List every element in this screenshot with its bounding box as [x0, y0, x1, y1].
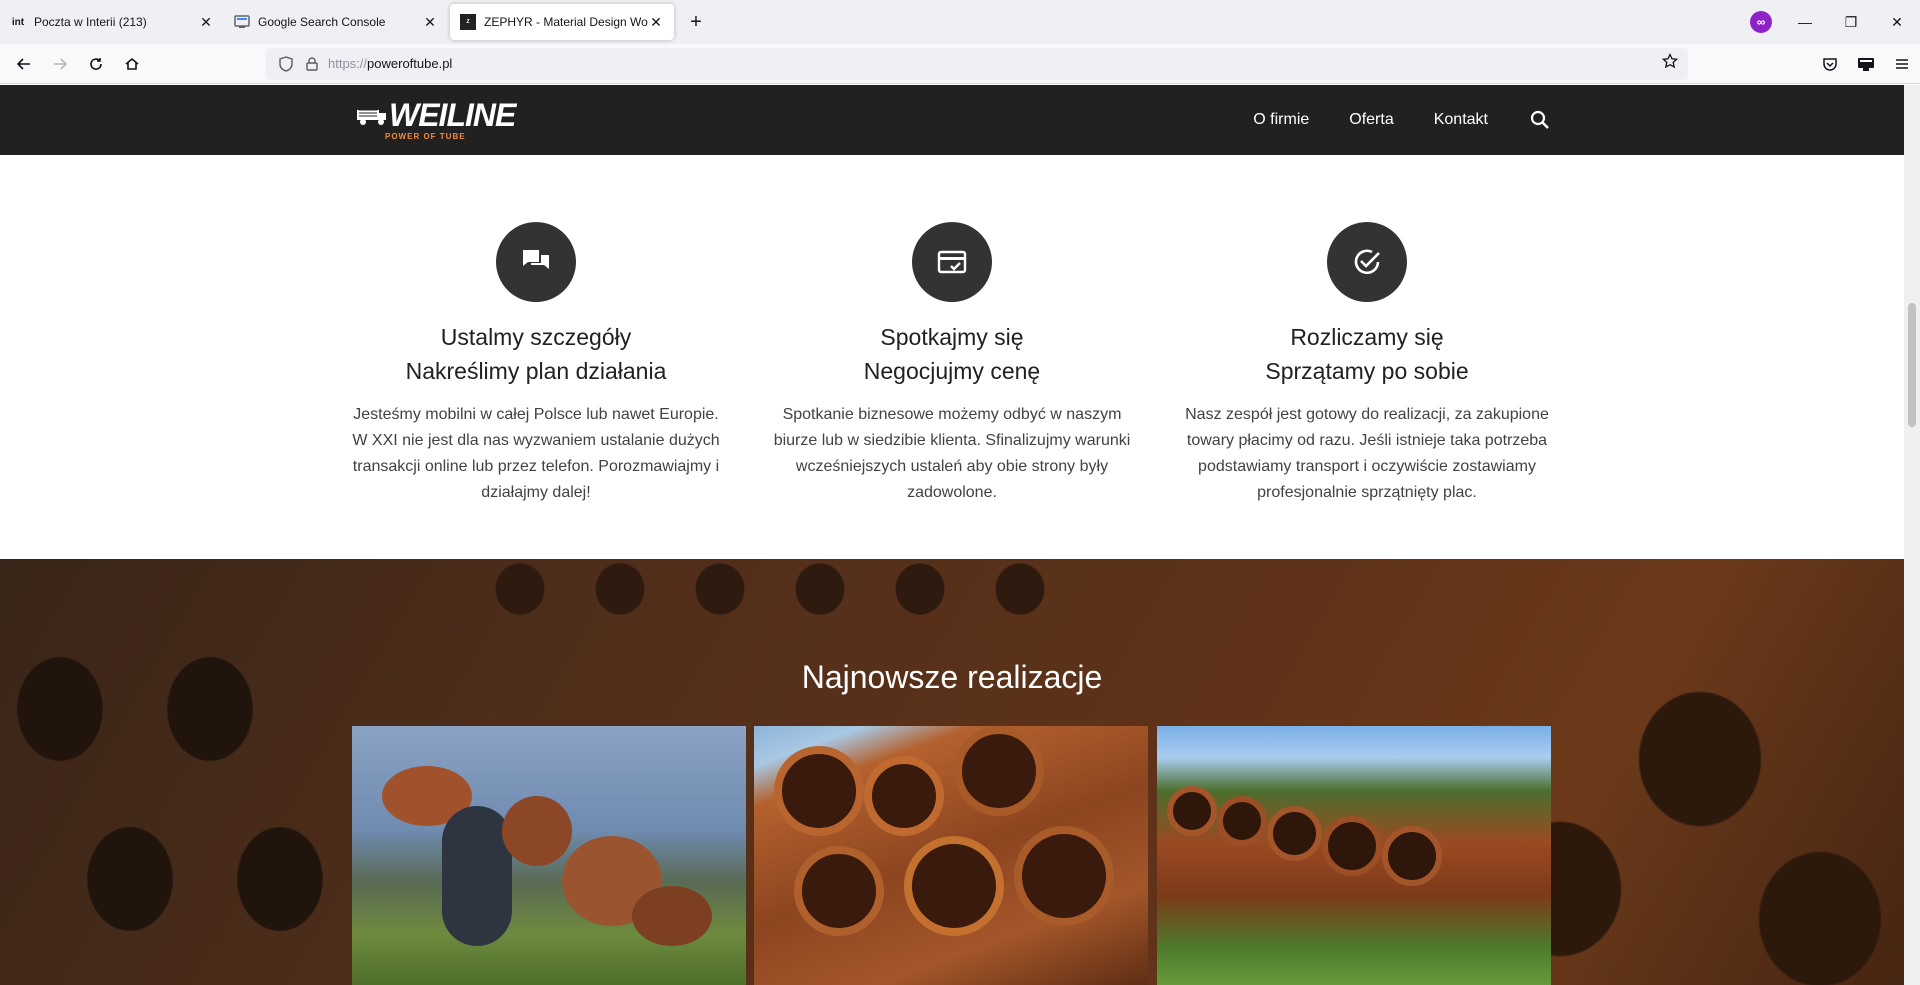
gallery-image[interactable] [1157, 726, 1551, 985]
bookmark-star-icon[interactable] [1661, 52, 1679, 74]
restore-button[interactable]: ❐ [1828, 0, 1874, 44]
tab-label: Poczta w Interii (213) [34, 15, 147, 29]
pipe-shape [502, 796, 572, 866]
chat-icon [496, 222, 576, 302]
pipe-shape [774, 746, 864, 836]
page-viewport: WEILINE POWER OF TUBE O firmie Oferta Ko… [0, 85, 1904, 985]
feature-title: Ustalmy szczegóły Nakreślimy plan działan… [405, 324, 667, 384]
search-console-favicon-icon [234, 14, 250, 30]
feature-title: Spotkajmy się Negocjujmy cenę [863, 324, 1041, 384]
site-header: WEILINE POWER OF TUBE O firmie Oferta Ko… [0, 85, 1904, 155]
feature-card: Rozliczamy się Sprzątamy po sobie Nasz ze… [1179, 222, 1555, 506]
home-button[interactable] [114, 48, 150, 80]
extension-icon[interactable] [1848, 48, 1884, 80]
page-scrollbar[interactable] [1904, 85, 1920, 985]
tab-interia[interactable]: int Poczta w Interii (213) ✕ [0, 0, 224, 44]
pipe-shape [1217, 796, 1267, 846]
tab-zephyr[interactable]: Z ZEPHYR - Material Design Word ✕ [450, 4, 674, 40]
tab-label: ZEPHYR - Material Design Word [484, 15, 648, 29]
menu-item-kontakt[interactable]: Kontakt [1434, 111, 1488, 129]
pipe-shape [1382, 826, 1442, 886]
logo-wordmark: WEILINE [389, 97, 516, 133]
menu-icon[interactable] [1884, 48, 1920, 80]
realizations-section: Najnowsze realizacje [0, 559, 1904, 985]
address-bar[interactable]: https://poweroftube.pl [266, 47, 1688, 80]
pipe-shape [794, 846, 884, 936]
close-icon[interactable]: ✕ [648, 14, 664, 30]
window-close-button[interactable]: ✕ [1874, 0, 1920, 44]
url-text[interactable]: https://poweroftube.pl [328, 56, 1662, 71]
tab-search-console[interactable]: Google Search Console ✕ [224, 0, 448, 44]
pipe-shape [632, 886, 712, 946]
menu-item-o-firmie[interactable]: O firmie [1253, 111, 1309, 129]
pipe-shape [904, 836, 1004, 936]
features-section: Ustalmy szczegóły Nakreślimy plan działan… [0, 155, 1904, 557]
close-icon[interactable]: ✕ [198, 14, 214, 30]
pocket-icon[interactable] [1812, 48, 1848, 80]
pipe-shape [954, 726, 1044, 816]
site-logo[interactable]: WEILINE POWER OF TUBE [357, 97, 516, 141]
minimize-button[interactable]: — [1782, 0, 1828, 44]
private-browsing-icon: ∞ [1750, 11, 1772, 33]
card-check-icon [912, 222, 992, 302]
feature-text: Spotkanie biznesowe możemy odbyć w naszy… [773, 406, 1131, 501]
pipe-shape [1167, 786, 1217, 836]
zephyr-favicon-icon: Z [460, 14, 476, 30]
main-menu: O firmie Oferta Kontakt [1213, 85, 1550, 155]
pipe-shape [1014, 826, 1114, 926]
scrollbar-thumb[interactable] [1908, 303, 1916, 427]
feature-title: Rozliczamy się Sprzątamy po sobie [1265, 324, 1469, 384]
lock-icon[interactable] [302, 56, 322, 71]
reload-button[interactable] [78, 48, 114, 80]
feature-card: Ustalmy szczegóły Nakreślimy plan działan… [348, 222, 724, 506]
back-button[interactable] [6, 48, 42, 80]
browser-tab-bar: int Poczta w Interii (213) ✕ Google Sear… [0, 0, 1920, 44]
pipe-shape [1322, 816, 1382, 876]
feature-text: Nasz zespół jest gotowy do realizacji, z… [1185, 406, 1549, 501]
check-circle-icon [1327, 222, 1407, 302]
pipe-shape [864, 756, 944, 836]
gallery-image[interactable] [754, 726, 1148, 985]
truck-logo-icon [357, 109, 386, 125]
feature-card: Spotkajmy się Negocjujmy cenę Spotkanie b… [764, 222, 1140, 506]
interia-favicon-icon: int [11, 16, 25, 28]
feature-text: Jesteśmy mobilni w całej Polsce lub nawe… [352, 406, 720, 501]
new-tab-button[interactable]: + [676, 0, 716, 44]
search-icon[interactable] [1530, 110, 1550, 130]
shield-icon[interactable] [276, 55, 296, 72]
gallery-image[interactable] [352, 726, 746, 985]
section-title: Najnowsze realizacje [801, 659, 1103, 695]
tab-label: Google Search Console [258, 15, 386, 29]
close-icon[interactable]: ✕ [422, 14, 438, 30]
browser-toolbar: https://poweroftube.pl [0, 44, 1920, 84]
pipe-shape [1267, 806, 1322, 861]
logo-tagline: POWER OF TUBE [385, 132, 466, 141]
menu-item-oferta[interactable]: Oferta [1349, 111, 1393, 129]
forward-button[interactable] [42, 48, 78, 80]
